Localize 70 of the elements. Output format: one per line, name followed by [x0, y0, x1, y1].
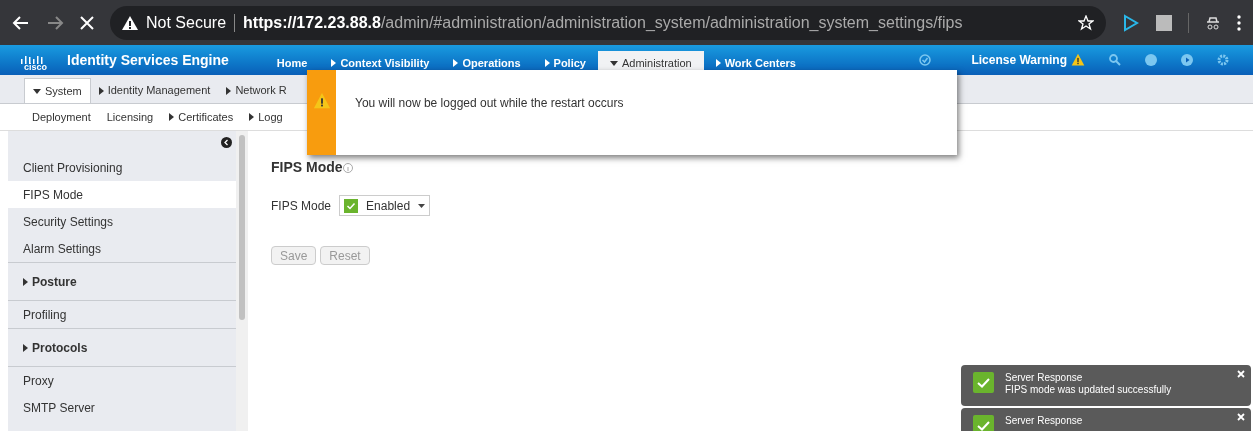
extension-icon[interactable]	[1122, 13, 1140, 32]
toast-message: FIPS mode was updated successfully	[1005, 384, 1172, 396]
caret-down-icon	[418, 203, 426, 208]
caret-down-icon	[609, 60, 618, 66]
back-icon[interactable]	[12, 13, 30, 32]
address-bar[interactable]: Not Secure https://172.23.88.8/admin/#administration/administration_system/administration_system_settings/fips	[110, 5, 1106, 40]
sidebar-item[interactable]: FIPS Mode	[8, 181, 236, 208]
sub-menu-item[interactable]: Licensing	[106, 108, 154, 126]
check-icon	[973, 372, 994, 393]
star-icon[interactable]	[1078, 14, 1094, 31]
close-icon[interactable]	[1237, 413, 1245, 421]
nav-tab[interactable]: Work Centers	[703, 51, 808, 75]
nav-tab[interactable]: Home	[264, 51, 320, 75]
sub-tab[interactable]: System	[24, 78, 91, 103]
sub-menu-item[interactable]: Deployment	[32, 108, 91, 126]
caret-right-icon	[169, 113, 175, 121]
close-icon[interactable]	[80, 15, 94, 30]
url-text: https://172.23.88.8/admin/#administration/administration_system/administration_system_settings/fips	[243, 12, 963, 33]
product-title: Identity Services Engine	[67, 50, 229, 70]
caret-right-icon	[331, 59, 337, 67]
sidebar-item[interactable]: Profiling	[8, 301, 236, 328]
warning-icon	[312, 92, 331, 110]
sub-tab[interactable]: Network R	[218, 78, 295, 103]
license-warning-link[interactable]: License Warning	[971, 51, 1067, 69]
sidebar-item[interactable]: Proxy	[8, 367, 236, 394]
nav-tab[interactable]: Operations	[441, 51, 533, 75]
caret-right-icon	[23, 343, 28, 352]
sidebar-item[interactable]: Security Settings	[8, 208, 236, 235]
warning-icon	[1071, 53, 1085, 67]
sidebar-item[interactable]: Posture	[8, 262, 236, 301]
caret-right-icon	[715, 59, 721, 67]
page-title: FIPS Mode	[271, 158, 343, 177]
nav-tab[interactable]: Context Visibility	[319, 51, 442, 75]
check-icon	[344, 198, 359, 213]
collapse-icon[interactable]	[221, 137, 232, 148]
sidebar-item[interactable]: Alarm Settings	[8, 235, 236, 262]
forward-icon[interactable]	[46, 13, 64, 32]
sub-tab[interactable]: Identity Management	[90, 78, 219, 103]
caret-right-icon	[98, 86, 104, 95]
sidebar-item[interactable]: SMTP Server	[8, 394, 236, 421]
check-circle-icon[interactable]	[919, 54, 932, 66]
caret-right-icon	[544, 59, 550, 67]
close-icon[interactable]	[1237, 370, 1245, 378]
toast-title: Server Response	[1005, 415, 1083, 427]
caret-right-icon	[453, 59, 459, 67]
field-label: FIPS Mode	[271, 197, 332, 215]
logo-icon	[20, 56, 44, 64]
caret-right-icon	[249, 113, 255, 121]
caret-right-icon	[226, 86, 232, 95]
caret-down-icon	[33, 88, 41, 94]
menu-icon[interactable]	[1237, 14, 1241, 31]
sidebar-item[interactable]: Client Provisioning	[8, 154, 236, 181]
nav-tab[interactable]: Policy	[532, 51, 598, 75]
scrollbar-thumb[interactable]	[239, 135, 245, 320]
incognito-icon[interactable]	[1205, 14, 1221, 31]
warning-icon	[122, 15, 138, 30]
check-icon	[973, 415, 994, 431]
sidebar-item[interactable]: Protocols	[8, 328, 236, 367]
play-icon[interactable]	[1181, 54, 1193, 66]
mode-dropdown[interactable]: Enabled	[339, 195, 431, 216]
search-icon[interactable]	[1109, 54, 1121, 66]
sub-menu-item[interactable]: Logg	[249, 108, 283, 126]
logo-text: cisco	[24, 61, 47, 75]
extension-icon[interactable]	[1156, 14, 1172, 31]
settings-icon[interactable]	[1217, 54, 1229, 66]
sub-menu-item[interactable]: Certificates	[169, 108, 234, 126]
toast-title: Server Response	[1005, 372, 1084, 384]
caret-right-icon	[23, 277, 28, 286]
alert-message: You will now be logged out while the restart occurs	[355, 95, 624, 112]
security-label: Not Secure	[146, 12, 227, 33]
